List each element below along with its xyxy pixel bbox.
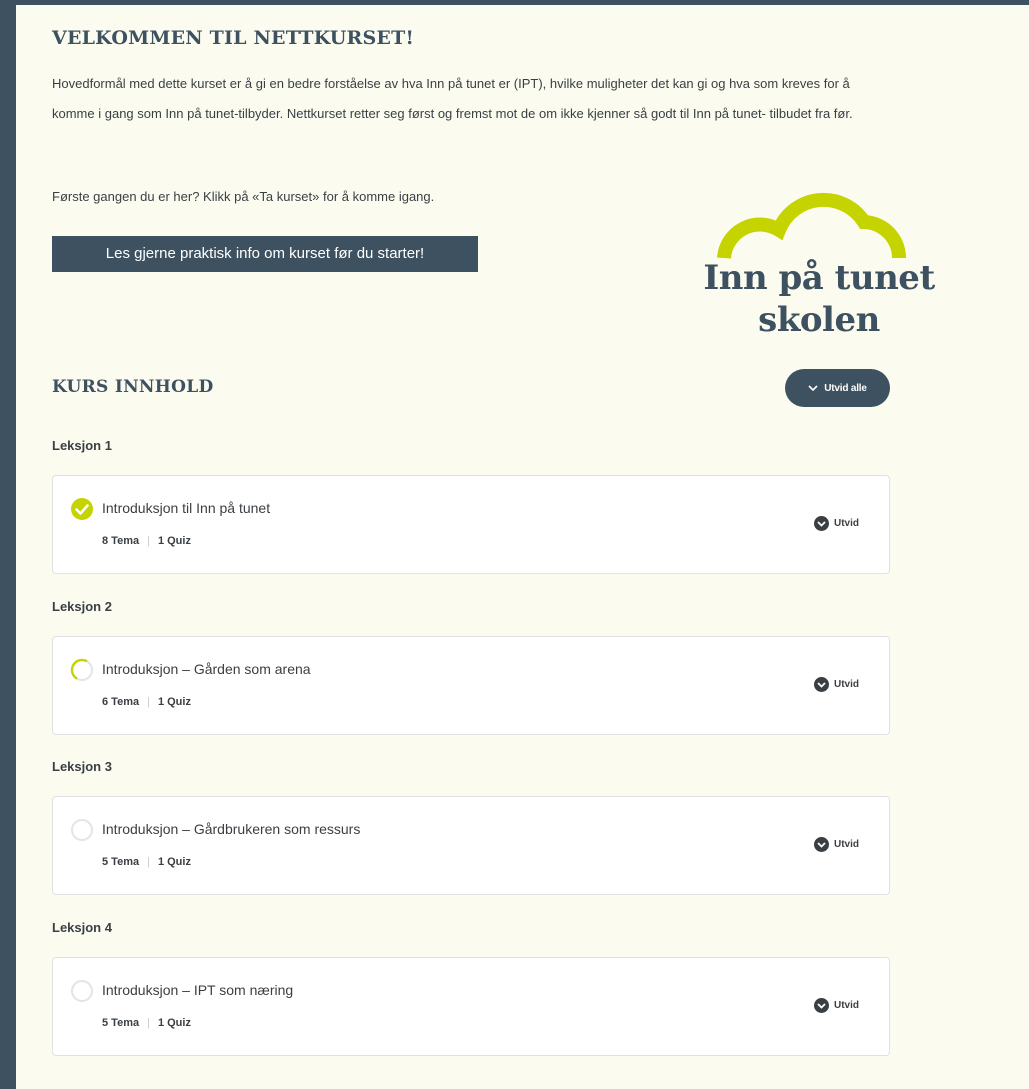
topic-count: 6 Tema xyxy=(102,696,140,708)
chevron-circle-down-icon xyxy=(814,837,829,852)
quiz-count: 1 Quiz xyxy=(157,856,191,868)
expand-all-button[interactable]: Utvid alle xyxy=(785,369,890,407)
expand-label: Utvid xyxy=(834,518,859,529)
expand-lesson-button[interactable]: Utvid xyxy=(814,837,859,852)
lesson-label: Leksjon 2 xyxy=(52,599,112,614)
expand-label: Utvid xyxy=(834,1000,859,1011)
expand-label: Utvid xyxy=(834,839,859,850)
completed-check-icon xyxy=(71,498,93,520)
quiz-count: 1 Quiz xyxy=(157,696,191,708)
lesson-meta: 5 Tema | 1 Quiz xyxy=(102,856,191,868)
lesson-title-link[interactable]: Introduksjon – Gården som arena xyxy=(102,661,311,677)
expand-lesson-button[interactable]: Utvid xyxy=(814,677,859,692)
topic-count: 5 Tema xyxy=(102,1017,140,1029)
lesson-card[interactable]: Introduksjon – Gården som arena 6 Tema | 1… xyxy=(52,636,890,735)
cloud-arc-logo-icon xyxy=(717,192,906,259)
practical-info-button[interactable]: Les gjerne praktisk info om kurset før d… xyxy=(52,236,478,272)
lesson-title-link[interactable]: Introduksjon – Gårdbrukeren som ressurs xyxy=(102,821,360,837)
chevron-down-icon xyxy=(808,385,818,392)
logo-line-1: Inn på tunet xyxy=(703,258,935,298)
lesson-label: Leksjon 3 xyxy=(52,759,112,774)
quiz-count: 1 Quiz xyxy=(157,1017,191,1029)
expand-lesson-button[interactable]: Utvid xyxy=(814,516,859,531)
lesson-card[interactable]: Introduksjon – Gårdbrukeren som ressurs … xyxy=(52,796,890,895)
lesson-label: Leksjon 4 xyxy=(52,920,112,935)
chevron-circle-down-icon xyxy=(814,998,829,1013)
lesson-meta: 8 Tema | 1 Quiz xyxy=(102,535,191,547)
lesson-card[interactable]: Introduksjon til Inn på tunet 8 Tema | 1 Q… xyxy=(52,475,890,574)
inn-pa-tunet-skolen-logo: Inn på tunet skolen xyxy=(684,170,954,340)
page-title: VELKOMMEN TIL NETTKURSET! xyxy=(52,27,414,49)
chevron-circle-down-icon xyxy=(814,677,829,692)
first-time-text: Første gangen du er her? Klikk på «Ta ku… xyxy=(52,189,435,204)
quiz-count: 1 Quiz xyxy=(157,535,191,547)
lesson-label: Leksjon 1 xyxy=(52,438,112,453)
in-progress-icon xyxy=(70,658,93,681)
expand-all-label: Utvid alle xyxy=(824,382,867,394)
lesson-meta: 5 Tema | 1 Quiz xyxy=(102,1017,191,1029)
expand-lesson-button[interactable]: Utvid xyxy=(814,998,859,1013)
course-page: VELKOMMEN TIL NETTKURSET! Hovedformål me… xyxy=(16,5,1029,1089)
lesson-title-link[interactable]: Introduksjon – IPT som næring xyxy=(102,982,293,998)
lesson-title-link[interactable]: Introduksjon til Inn på tunet xyxy=(102,500,270,516)
lesson-card[interactable]: Introduksjon – IPT som næring 5 Tema | 1 Q… xyxy=(52,957,890,1056)
not-started-icon xyxy=(71,819,93,841)
not-started-icon xyxy=(71,980,93,1002)
lesson-meta: 6 Tema | 1 Quiz xyxy=(102,696,191,708)
course-content-title: KURS INNHOLD xyxy=(52,377,214,397)
chevron-circle-down-icon xyxy=(814,516,829,531)
logo-line-2: skolen xyxy=(758,300,880,340)
topic-count: 8 Tema xyxy=(102,535,140,547)
expand-label: Utvid xyxy=(834,679,859,690)
intro-text: Hovedformål med dette kurset er å gi en … xyxy=(52,76,853,121)
topic-count: 5 Tema xyxy=(102,856,140,868)
